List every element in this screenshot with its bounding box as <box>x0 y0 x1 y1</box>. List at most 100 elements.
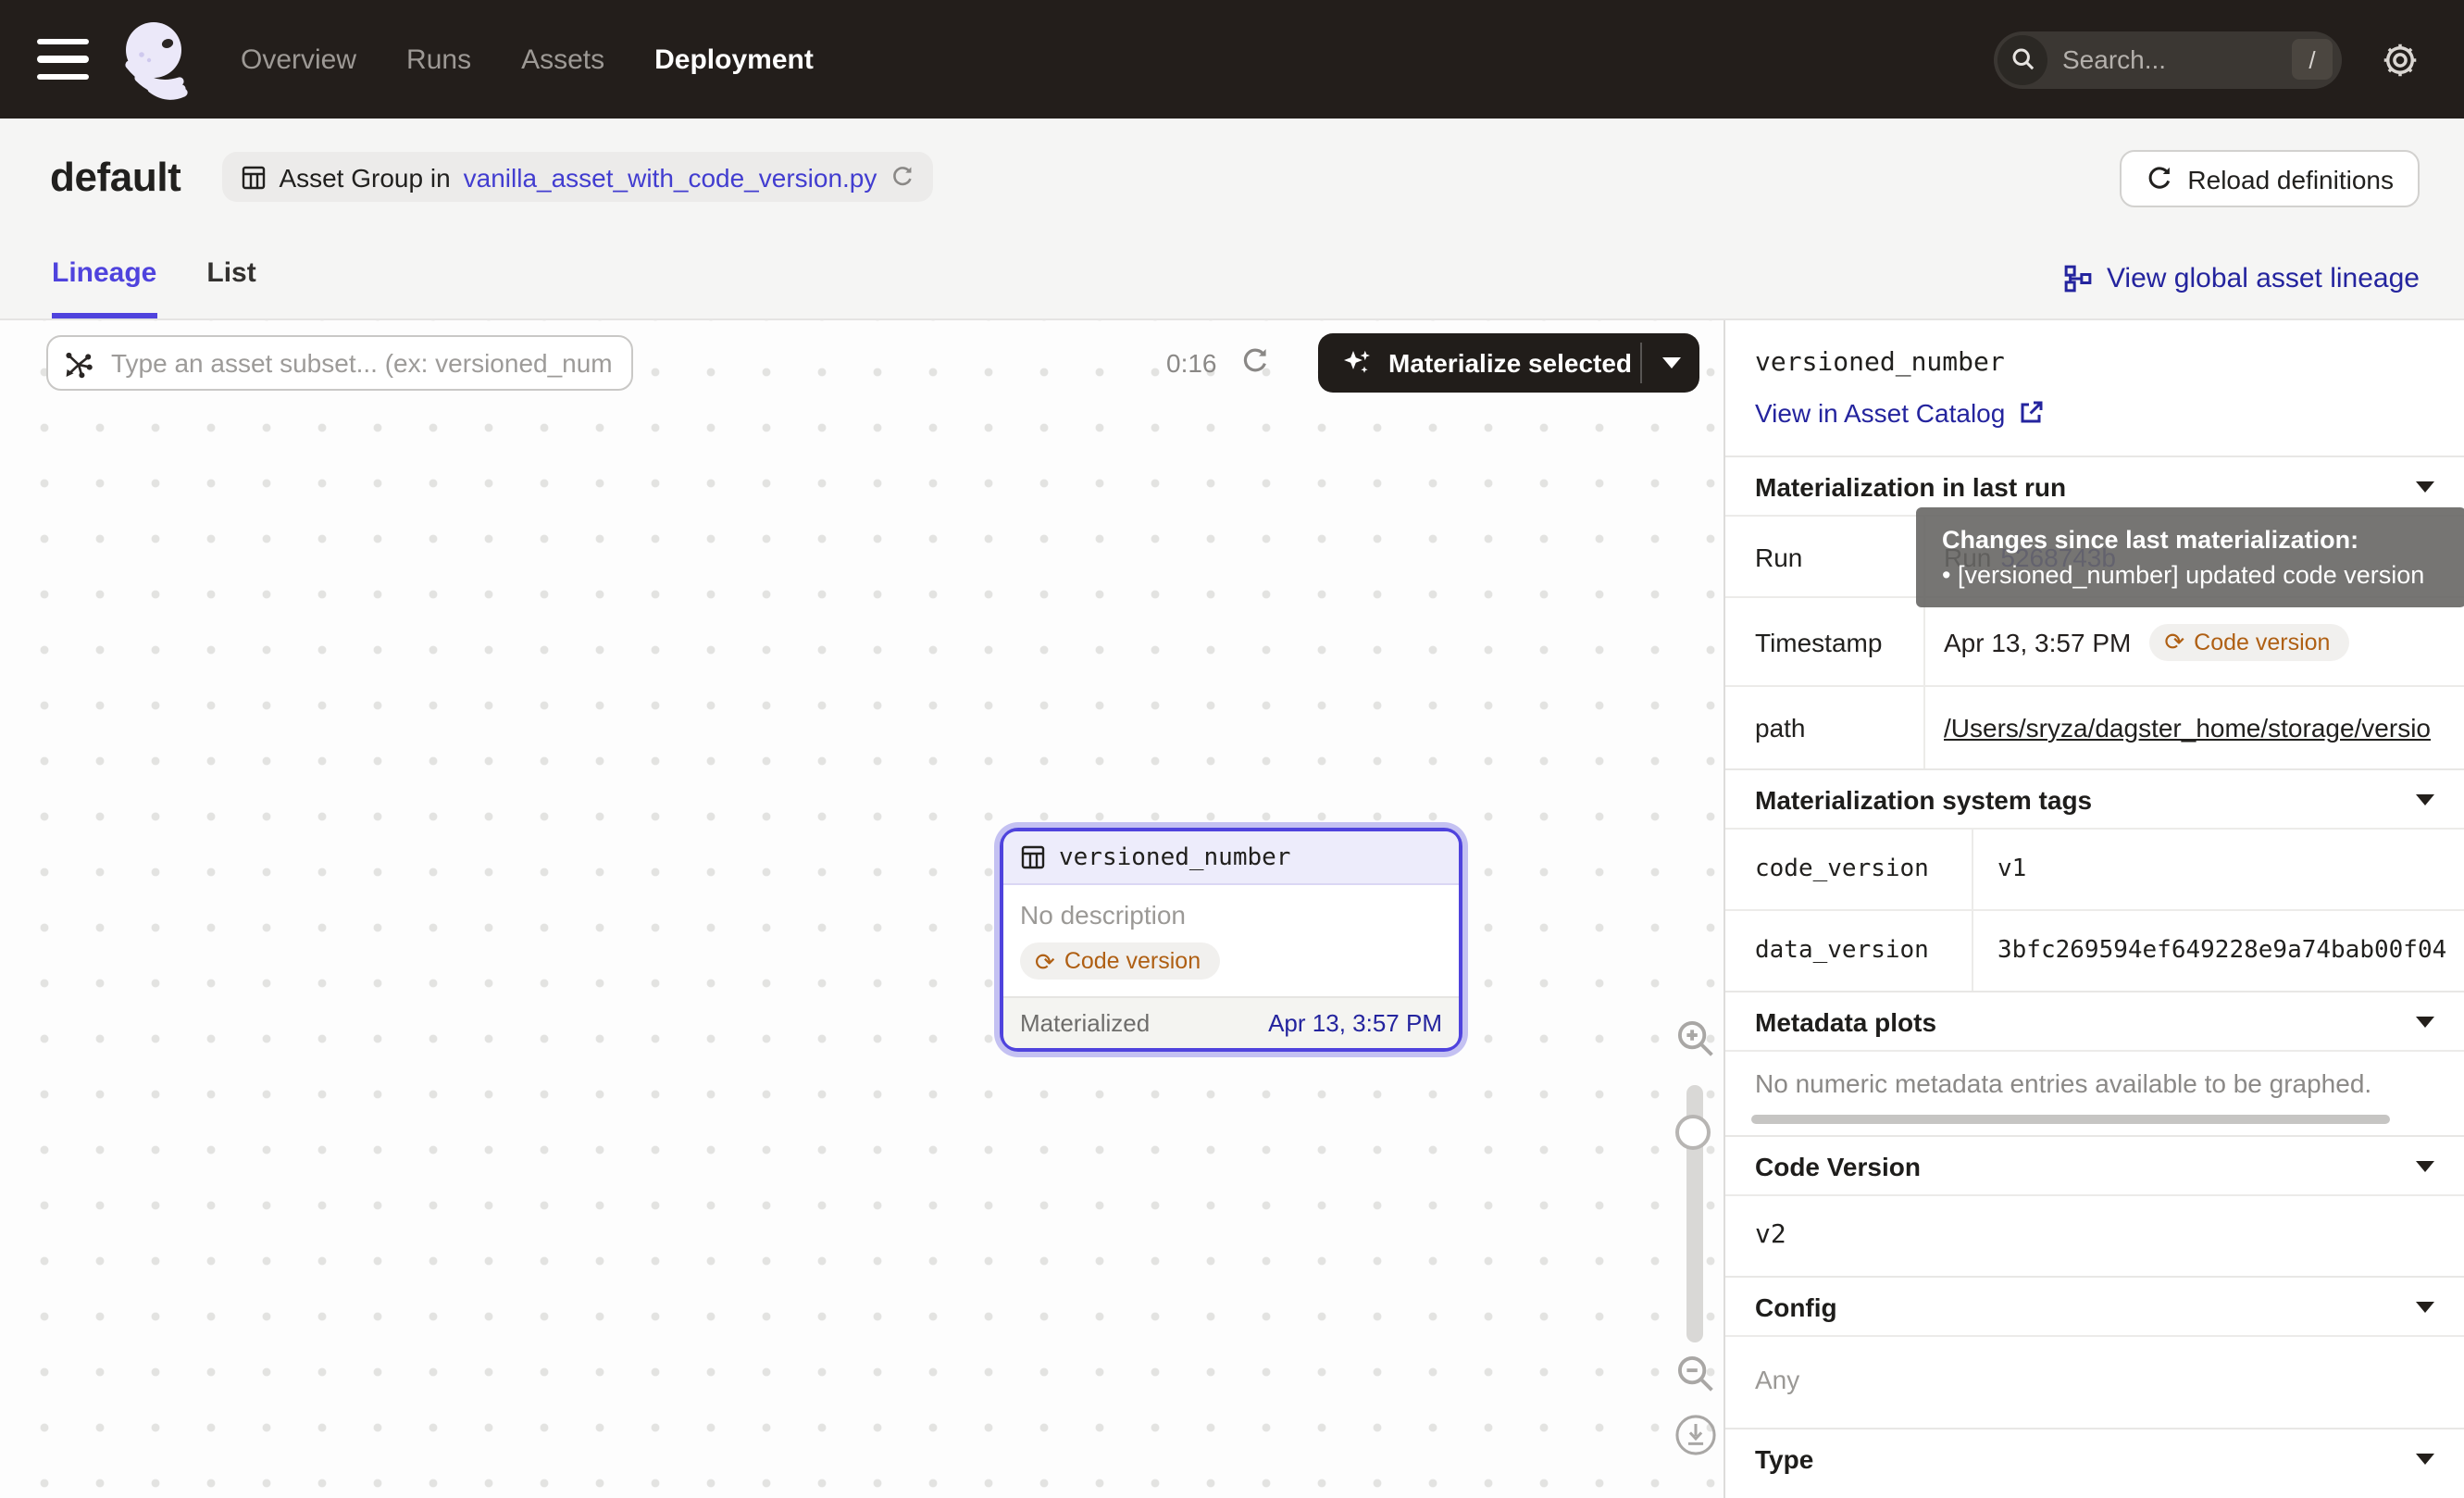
reload-definitions-button[interactable]: Reload definitions <box>2119 150 2420 207</box>
panel-header: versioned_number View in Asset Catalog <box>1725 320 2464 456</box>
cycle-alert-icon: ⟳ <box>2164 631 2184 652</box>
lineage-graph-icon <box>2064 265 2092 293</box>
asset-details-panel: versioned_number View in Asset Catalog M… <box>1724 320 2464 1498</box>
materialize-selected-button[interactable]: Materialize selected <box>1318 333 1640 393</box>
code-version-tag-row: code_version v1 <box>1725 828 2464 909</box>
timestamp-label: Timestamp <box>1725 598 1925 685</box>
collapse-caret-icon <box>2416 1016 2434 1027</box>
view-global-asset-lineage-link[interactable]: View global asset lineage <box>2064 263 2420 294</box>
graph-selector-icon <box>63 347 94 379</box>
zoom-out-icon[interactable] <box>1674 1352 1718 1396</box>
materialized-status-label: Materialized <box>1020 1009 1150 1037</box>
asset-group-pill: Asset Group in vanilla_asset_with_code_v… <box>221 152 932 202</box>
section-materialization-in-last-run[interactable]: Materialization in last run <box>1725 456 2464 515</box>
asset-node-name: versioned_number <box>1059 843 1290 871</box>
reload-definitions-label: Reload definitions <box>2187 164 2394 193</box>
refresh-countdown: 0:16 <box>1166 348 1217 378</box>
nav-deployment[interactable]: Deployment <box>654 44 814 75</box>
asset-node-body: No description ⟳ Code version <box>1003 885 1459 996</box>
view-global-asset-lineage-label: View global asset lineage <box>2107 263 2420 294</box>
asset-node-description: No description <box>1020 900 1442 930</box>
timestamp-row: Timestamp Apr 13, 3:57 PM ⟳ Code version <box>1725 596 2464 685</box>
panel-asset-name: versioned_number <box>1755 346 2434 380</box>
asset-group-prefix: Asset Group in <box>279 162 450 192</box>
code-version-changed-badge: ⟳ Code version <box>2149 623 2348 660</box>
tab-lineage[interactable]: Lineage <box>52 257 156 318</box>
nav-assets[interactable]: Assets <box>521 44 604 75</box>
code-version-tag-label: code_version <box>1725 830 1973 909</box>
nav-overview[interactable]: Overview <box>241 44 356 75</box>
dagster-app: Overview Runs Assets Deployment / defaul… <box>0 0 2464 1498</box>
tab-list[interactable]: List <box>206 257 255 318</box>
data-version-tag-value: 3bfc269594ef649228e9a74bab00f04 <box>1973 911 2464 991</box>
code-version-badge-label: Code version <box>2194 629 2330 655</box>
section-heading: Code Version <box>1755 1151 1921 1180</box>
sparkle-icon <box>1342 348 1372 378</box>
search-shortcut-key: / <box>2292 39 2333 80</box>
path-label: path <box>1725 687 1925 768</box>
path-link[interactable]: /Users/sryza/dagster_home/storage/versio <box>1944 713 2431 743</box>
dagster-logo-icon[interactable] <box>115 15 204 104</box>
main-nav: Overview Runs Assets Deployment <box>241 44 814 75</box>
materialize-options-dropdown[interactable] <box>1642 333 1699 393</box>
search-input[interactable] <box>2051 44 2292 74</box>
collapse-caret-icon <box>2416 1453 2434 1464</box>
section-config[interactable]: Config <box>1725 1276 2464 1335</box>
code-version-value: v2 <box>1725 1194 2464 1276</box>
refresh-icon <box>2145 165 2172 193</box>
section-materialization-system-tags[interactable]: Materialization system tags <box>1725 768 2464 828</box>
code-version-changed-badge: ⟳ Code version <box>1020 942 1219 980</box>
view-tabs: Lineage List <box>52 257 256 318</box>
section-heading: Materialization in last run <box>1755 471 2066 501</box>
section-type[interactable]: Type <box>1725 1428 2464 1487</box>
table-icon <box>1020 844 1046 870</box>
asset-subset-filter <box>46 335 633 391</box>
changes-tooltip: Changes since last materialization: [ver… <box>1916 507 2464 607</box>
tooltip-title: Changes since last materialization: <box>1942 522 2440 557</box>
tooltip-change-item: [versioned_number] updated code version <box>1942 557 2440 593</box>
materialized-timestamp[interactable]: Apr 13, 3:57 PM <box>1268 1009 1442 1037</box>
section-heading: Config <box>1755 1292 1837 1321</box>
settings-gear-icon[interactable] <box>2381 40 2420 79</box>
download-image-icon[interactable] <box>1674 1413 1718 1457</box>
collapse-caret-icon <box>2416 1160 2434 1171</box>
page-title: default <box>50 153 180 201</box>
materialize-selected-label: Materialize selected <box>1388 348 1632 378</box>
asset-group-icon <box>240 164 266 190</box>
nav-runs[interactable]: Runs <box>406 44 471 75</box>
global-search: / <box>1994 31 2342 88</box>
path-row: path /Users/sryza/dagster_home/storage/v… <box>1725 685 2464 768</box>
section-heading: Materialization system tags <box>1755 784 2092 814</box>
materialize-selected-split-button: Materialize selected <box>1318 333 1699 393</box>
config-value: Any <box>1725 1335 2464 1428</box>
code-version-badge-label: Code version <box>1064 948 1201 974</box>
run-label: Run <box>1725 517 1925 596</box>
reload-group-icon[interactable] <box>890 165 914 189</box>
external-link-icon <box>2018 400 2044 426</box>
metadata-plots-empty-message: No numeric metadata entries available to… <box>1725 1050 2464 1107</box>
cycle-alert-icon: ⟳ <box>1035 951 1055 971</box>
asset-node-footer: Materialized Apr 13, 3:57 PM <box>1003 996 1459 1048</box>
asset-node-header: versioned_number <box>1003 831 1459 885</box>
page-header: default Asset Group in vanilla_asset_wit… <box>0 119 2464 320</box>
horizontal-scrollbar[interactable] <box>1751 1115 2390 1124</box>
view-in-asset-catalog-link[interactable]: View in Asset Catalog <box>1755 396 2044 430</box>
lineage-canvas[interactable]: 0:16 Materialize selected <box>0 320 1724 1498</box>
section-heading: Metadata plots <box>1755 1006 1936 1036</box>
top-nav-bar: Overview Runs Assets Deployment / <box>0 0 2464 119</box>
section-metadata-plots[interactable]: Metadata plots <box>1725 991 2464 1050</box>
section-code-version[interactable]: Code Version <box>1725 1135 2464 1194</box>
asset-subset-input[interactable] <box>107 346 616 380</box>
search-icon <box>1997 34 2047 84</box>
data-version-tag-label: data_version <box>1725 911 1973 991</box>
asset-node-versioned-number[interactable]: versioned_number No description ⟳ Code v… <box>1000 828 1462 1052</box>
zoom-in-icon[interactable] <box>1674 1017 1718 1061</box>
section-heading: Type <box>1755 1443 1813 1473</box>
zoom-slider-handle[interactable] <box>1675 1115 1711 1150</box>
asset-group-file-link[interactable]: vanilla_asset_with_code_version.py <box>464 162 877 192</box>
collapse-caret-icon <box>2416 793 2434 805</box>
refresh-graph-icon[interactable] <box>1240 346 1270 376</box>
chevron-down-icon <box>1661 357 1680 368</box>
collapse-caret-icon <box>2416 481 2434 492</box>
menu-icon[interactable] <box>37 39 89 80</box>
